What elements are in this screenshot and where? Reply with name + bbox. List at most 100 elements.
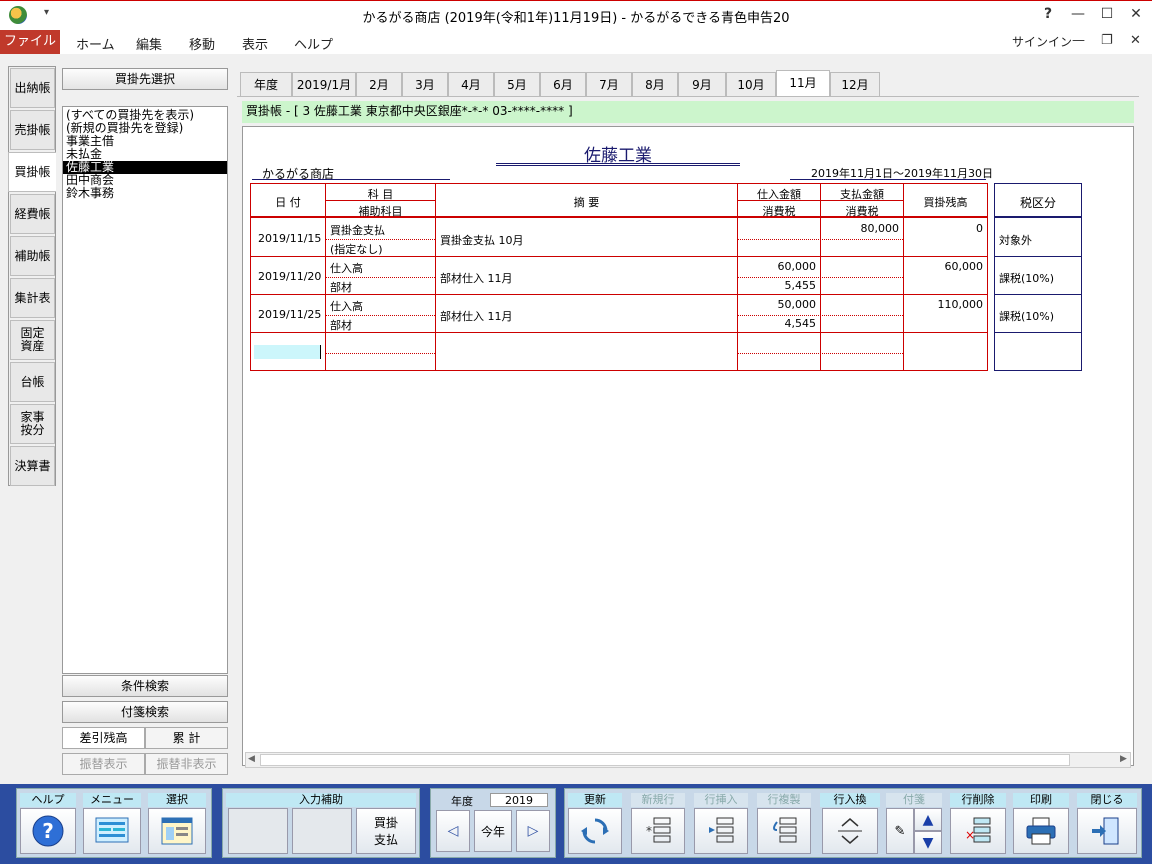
row-summary[interactable]: 部材仕入 11月 bbox=[440, 270, 513, 286]
col-header-balance: 買掛残高 bbox=[923, 196, 968, 209]
sticky-up-button[interactable]: ▲ bbox=[914, 808, 942, 831]
tab-ledger[interactable]: 台帳 bbox=[10, 362, 55, 402]
tab-month-7[interactable]: 7月 bbox=[586, 72, 632, 96]
fiscal-year-value[interactable]: 2019 bbox=[490, 793, 548, 807]
minimize-icon[interactable]: — bbox=[1068, 6, 1088, 22]
col-header-sub-account: 補助科目 bbox=[358, 205, 403, 218]
scrollbar-thumb[interactable] bbox=[260, 754, 1070, 766]
grid-line bbox=[250, 294, 988, 295]
company-underline bbox=[252, 179, 450, 180]
period-underline bbox=[790, 179, 986, 180]
row-sub-account[interactable]: (指定なし) bbox=[330, 241, 383, 257]
maximize-icon[interactable]: ☐ bbox=[1097, 6, 1117, 22]
tab-month-6[interactable]: 6月 bbox=[540, 72, 586, 96]
sticky-note-button[interactable]: ✎ bbox=[886, 808, 914, 854]
tab-month-2[interactable]: 2月 bbox=[356, 72, 402, 96]
row-account[interactable]: 仕入高 bbox=[330, 260, 363, 276]
chevron-right-icon: ▷ bbox=[527, 823, 539, 839]
tab-fiscal-year[interactable]: 年度 bbox=[240, 72, 292, 96]
tab-month-10[interactable]: 10月 bbox=[726, 72, 776, 96]
cumulative-toggle-button[interactable]: 累 計 bbox=[145, 727, 228, 749]
row-account[interactable]: 買掛金支払 bbox=[330, 222, 385, 238]
menu-home[interactable]: ホーム bbox=[76, 34, 115, 53]
ribbon-restore-icon[interactable]: ❐ bbox=[1101, 33, 1113, 48]
tab-subsidiary[interactable]: 補助帳 bbox=[10, 236, 55, 276]
ribbon-close-icon[interactable]: ✕ bbox=[1130, 33, 1141, 48]
row-sub-account[interactable]: 部材 bbox=[330, 279, 352, 295]
new-row-button[interactable]: * bbox=[631, 808, 685, 854]
grid-line bbox=[987, 183, 988, 371]
this-year-button[interactable]: 今年 bbox=[474, 810, 512, 852]
row-purchase-tax[interactable]: 4,545 bbox=[738, 317, 817, 330]
help-button[interactable]: ? bbox=[20, 808, 76, 854]
row-date[interactable]: 2019/11/15 bbox=[258, 232, 321, 245]
tag-search-button[interactable]: 付箋検索 bbox=[62, 701, 228, 723]
condition-search-button[interactable]: 条件検索 bbox=[62, 675, 228, 697]
delete-row-button[interactable]: × bbox=[950, 808, 1006, 854]
row-purchase-tax[interactable]: 5,455 bbox=[738, 279, 817, 292]
balance-toggle-button[interactable]: 差引残高 bbox=[62, 727, 145, 749]
tab-month-8[interactable]: 8月 bbox=[632, 72, 678, 96]
row-tax-class[interactable]: 課税(10%) bbox=[999, 270, 1054, 286]
menu-move[interactable]: 移動 bbox=[189, 34, 215, 53]
vendor-list-item[interactable]: 鈴木事務 bbox=[63, 187, 227, 200]
transfer-show-button[interactable]: 振替表示 bbox=[62, 753, 145, 775]
row-purchase[interactable]: 50,000 bbox=[738, 298, 817, 311]
tab-summary[interactable]: 集計表 bbox=[10, 278, 55, 318]
fiscal-year-label: 年度 bbox=[451, 795, 473, 808]
tab-month-5[interactable]: 5月 bbox=[494, 72, 540, 96]
menu-button[interactable] bbox=[83, 808, 141, 854]
tab-month-4[interactable]: 4月 bbox=[448, 72, 494, 96]
tab-month-1[interactable]: 2019/1月 bbox=[292, 72, 356, 96]
scroll-right-icon[interactable]: ▶ bbox=[1120, 754, 1127, 764]
row-date[interactable]: 2019/11/20 bbox=[258, 270, 321, 283]
transfer-hide-button[interactable]: 振替非表示 bbox=[145, 753, 228, 775]
menu-help[interactable]: ヘルプ bbox=[294, 34, 333, 53]
row-purchase[interactable]: 60,000 bbox=[738, 260, 817, 273]
tab-cashbook[interactable]: 出納帳 bbox=[10, 68, 55, 108]
signin-link[interactable]: サインイン bbox=[1012, 33, 1072, 50]
insert-row-button[interactable] bbox=[694, 808, 748, 854]
menu-bar bbox=[0, 30, 1152, 54]
grid-line bbox=[250, 332, 988, 333]
tab-payables[interactable]: 買掛帳 bbox=[8, 152, 56, 192]
tab-financial-statements[interactable]: 決算書 bbox=[10, 446, 55, 486]
tab-fixed-assets[interactable]: 固定 資産 bbox=[10, 320, 55, 360]
select-button[interactable] bbox=[148, 808, 206, 854]
payables-payment-button[interactable]: 買掛 支払 bbox=[356, 808, 416, 854]
copy-row-button[interactable] bbox=[757, 808, 811, 854]
row-tax-class[interactable]: 対象外 bbox=[999, 232, 1032, 248]
tab-month-9[interactable]: 9月 bbox=[678, 72, 726, 96]
row-summary[interactable]: 部材仕入 11月 bbox=[440, 308, 513, 324]
close-button[interactable] bbox=[1077, 808, 1137, 854]
tab-month-11[interactable]: 11月 bbox=[776, 70, 830, 96]
menu-view[interactable]: 表示 bbox=[242, 34, 268, 53]
tab-month-3[interactable]: 3月 bbox=[402, 72, 448, 96]
vendor-list[interactable]: (すべての買掛先を表示) (新規の買掛先を登録) 事業主借 未払金 佐藤工業 田… bbox=[62, 106, 228, 674]
row-date[interactable]: 2019/11/25 bbox=[258, 308, 321, 321]
menu-edit[interactable]: 編集 bbox=[136, 34, 162, 53]
sticky-down-button[interactable]: ▼ bbox=[914, 831, 942, 854]
update-button[interactable] bbox=[568, 808, 622, 854]
menu-file[interactable]: ファイル bbox=[0, 30, 60, 54]
grid-dotted-line bbox=[738, 315, 903, 316]
row-payment[interactable]: 80,000 bbox=[821, 222, 900, 235]
tab-household-allocation[interactable]: 家事 按分 bbox=[10, 404, 55, 444]
help-icon[interactable]: ? bbox=[1038, 6, 1058, 22]
row-sub-account[interactable]: 部材 bbox=[330, 317, 352, 333]
print-button[interactable] bbox=[1013, 808, 1069, 854]
swap-row-button[interactable] bbox=[822, 808, 878, 854]
tab-receivables[interactable]: 売掛帳 bbox=[10, 110, 55, 150]
tab-month-12[interactable]: 12月 bbox=[830, 72, 880, 96]
close-icon[interactable]: ✕ bbox=[1126, 6, 1146, 22]
row-tax-class[interactable]: 課税(10%) bbox=[999, 308, 1054, 324]
next-year-button[interactable]: ▷ bbox=[516, 810, 550, 852]
ribbon-minimize-icon[interactable]: — bbox=[1072, 33, 1085, 48]
tab-expenses[interactable]: 経費帳 bbox=[10, 194, 55, 234]
prev-year-button[interactable]: ◁ bbox=[436, 810, 470, 852]
row-account[interactable]: 仕入高 bbox=[330, 298, 363, 314]
delete-row-icon: × bbox=[965, 817, 991, 843]
scroll-left-icon[interactable]: ◀ bbox=[248, 754, 255, 764]
row-summary[interactable]: 買掛金支払 10月 bbox=[440, 232, 524, 248]
new-date-input[interactable] bbox=[254, 345, 320, 359]
